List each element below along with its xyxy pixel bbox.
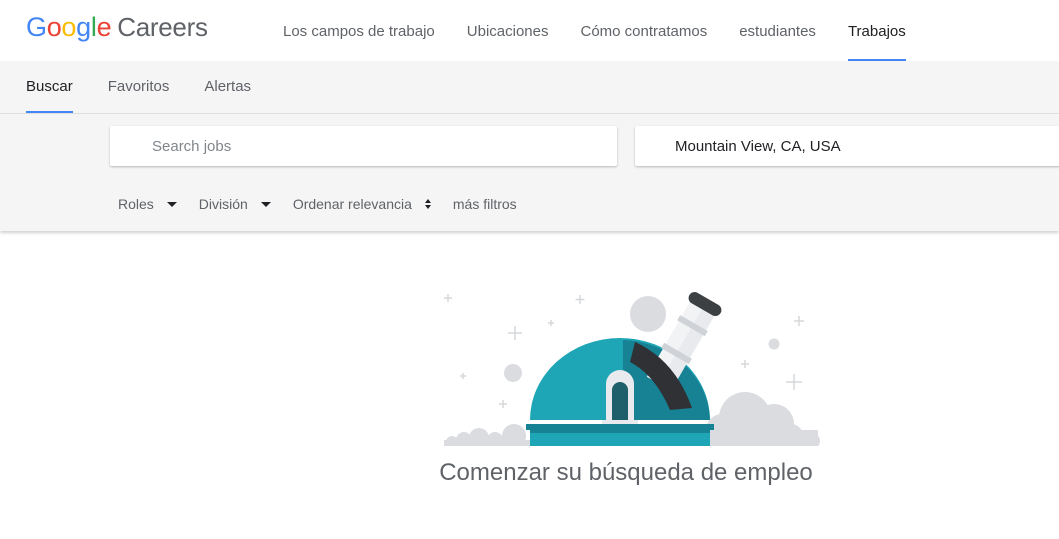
sort-arrows-icon: [424, 199, 431, 209]
nav-item-como-contratamos[interactable]: Cómo contratamos: [580, 0, 707, 61]
filter-row: Roles División Ordenar relevancia más fi…: [118, 194, 539, 214]
roles-filter-label: Roles: [118, 196, 154, 212]
sort-select[interactable]: Ordenar relevancia: [293, 196, 431, 212]
sort-label: Ordenar relevancia: [292, 196, 412, 212]
nav-item-ubicaciones[interactable]: Ubicaciones: [467, 0, 549, 61]
caret-down-icon: [166, 201, 177, 207]
google-careers-logo[interactable]: Google Careers: [26, 12, 208, 46]
division-filter[interactable]: División: [199, 196, 271, 212]
caret-down-icon: [260, 201, 271, 207]
nav-item-trabajos[interactable]: Trabajos: [847, 0, 906, 61]
top-header: Google Careers Los campos de trabajo Ubi…: [0, 0, 1059, 61]
sub-tabs: Buscar Favoritos Alertas: [26, 61, 286, 113]
google-wordmark: Google: [26, 12, 112, 42]
main-nav: Los campos de trabajo Ubicaciones Cómo c…: [283, 0, 938, 61]
sub-nav-bar: Buscar Favoritos Alertas: [0, 61, 1059, 114]
observatory-illustration-icon: [440, 292, 820, 448]
location-search-box: [635, 126, 1059, 166]
tab-alertas[interactable]: Alertas: [204, 61, 251, 113]
empty-state-message: Comenzar su búsqueda de empleo: [439, 459, 813, 486]
nav-item-estudiantes[interactable]: estudiantes: [739, 0, 816, 61]
division-filter-label: División: [198, 196, 248, 212]
job-search-box: [110, 126, 617, 166]
nav-item-campos[interactable]: Los campos de trabajo: [283, 0, 435, 61]
more-filters-label: más filtros: [452, 196, 517, 212]
tab-favoritos[interactable]: Favoritos: [108, 61, 170, 113]
search-panel: Roles División Ordenar relevancia más fi…: [0, 114, 1059, 231]
tab-buscar[interactable]: Buscar: [26, 61, 73, 113]
roles-filter[interactable]: Roles: [118, 196, 177, 212]
location-input[interactable]: [635, 126, 1059, 166]
more-filters-button[interactable]: más filtros: [453, 196, 517, 212]
careers-wordmark: Careers: [117, 12, 208, 42]
job-search-input[interactable]: [110, 126, 617, 166]
